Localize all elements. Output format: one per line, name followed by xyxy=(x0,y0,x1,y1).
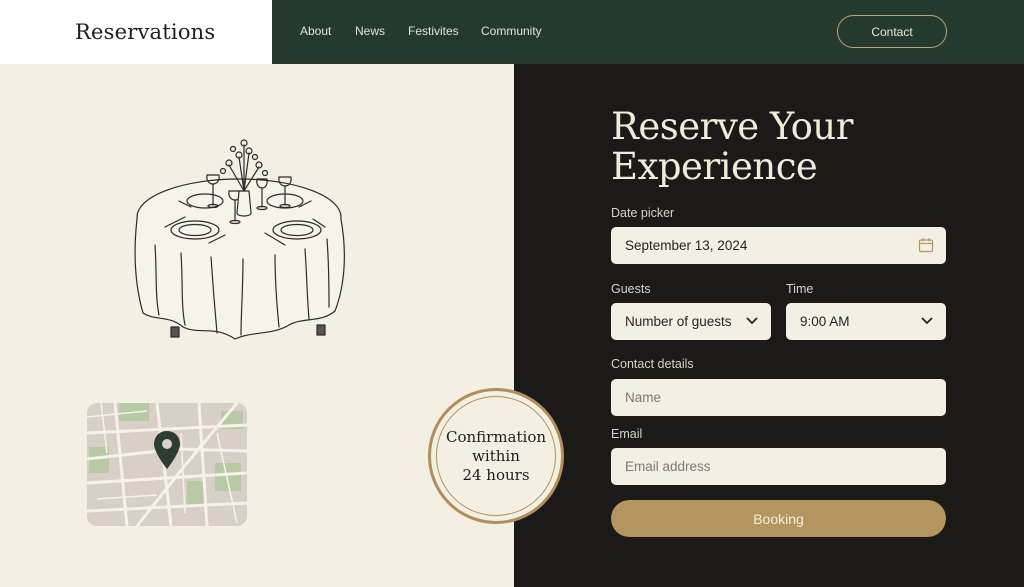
email-label: Email xyxy=(611,427,643,441)
page-title: Reserve Your Experience xyxy=(611,107,931,187)
calendar-icon[interactable] xyxy=(918,237,934,253)
time-label: Time xyxy=(786,282,814,296)
name-field[interactable] xyxy=(611,379,946,416)
guests-label: Guests xyxy=(611,282,651,296)
nav-about[interactable]: About xyxy=(300,24,331,38)
time-value: 9:00 AM xyxy=(800,314,850,329)
chevron-down-icon xyxy=(746,317,758,325)
date-picker-field[interactable]: September 13, 2024 xyxy=(611,227,946,264)
date-label: Date picker xyxy=(611,206,675,220)
time-select[interactable]: 9:00 AM xyxy=(786,303,946,340)
badge-line-3: 24 hours xyxy=(462,465,530,484)
date-value: September 13, 2024 xyxy=(625,238,748,253)
brand-title[interactable]: Reservations xyxy=(75,20,215,44)
map-pin-icon xyxy=(154,431,180,469)
guests-value: Number of guests xyxy=(625,314,732,329)
chevron-down-icon xyxy=(921,317,933,325)
confirmation-badge: Confirmation within 24 hours xyxy=(428,388,564,524)
title-line-1: Reserve Your xyxy=(611,105,853,148)
name-input[interactable] xyxy=(625,390,925,405)
brand-area: Reservations xyxy=(0,0,272,64)
booking-button[interactable]: Booking xyxy=(611,500,946,537)
guests-select[interactable]: Number of guests xyxy=(611,303,771,340)
badge-text: Confirmation within 24 hours xyxy=(441,428,551,485)
nav-festivites[interactable]: Festivites xyxy=(408,24,459,38)
contact-button[interactable]: Contact xyxy=(837,15,947,48)
email-input[interactable] xyxy=(625,459,925,474)
nav-community[interactable]: Community xyxy=(481,24,542,38)
badge-line-1: Confirmation xyxy=(445,427,547,446)
badge-line-2: within xyxy=(472,446,520,465)
dining-table-illustration xyxy=(134,139,345,340)
title-line-2: Experience xyxy=(611,145,818,188)
nav-news[interactable]: News xyxy=(355,24,385,38)
email-field[interactable] xyxy=(611,448,946,485)
contact-details-label: Contact details xyxy=(611,357,694,371)
